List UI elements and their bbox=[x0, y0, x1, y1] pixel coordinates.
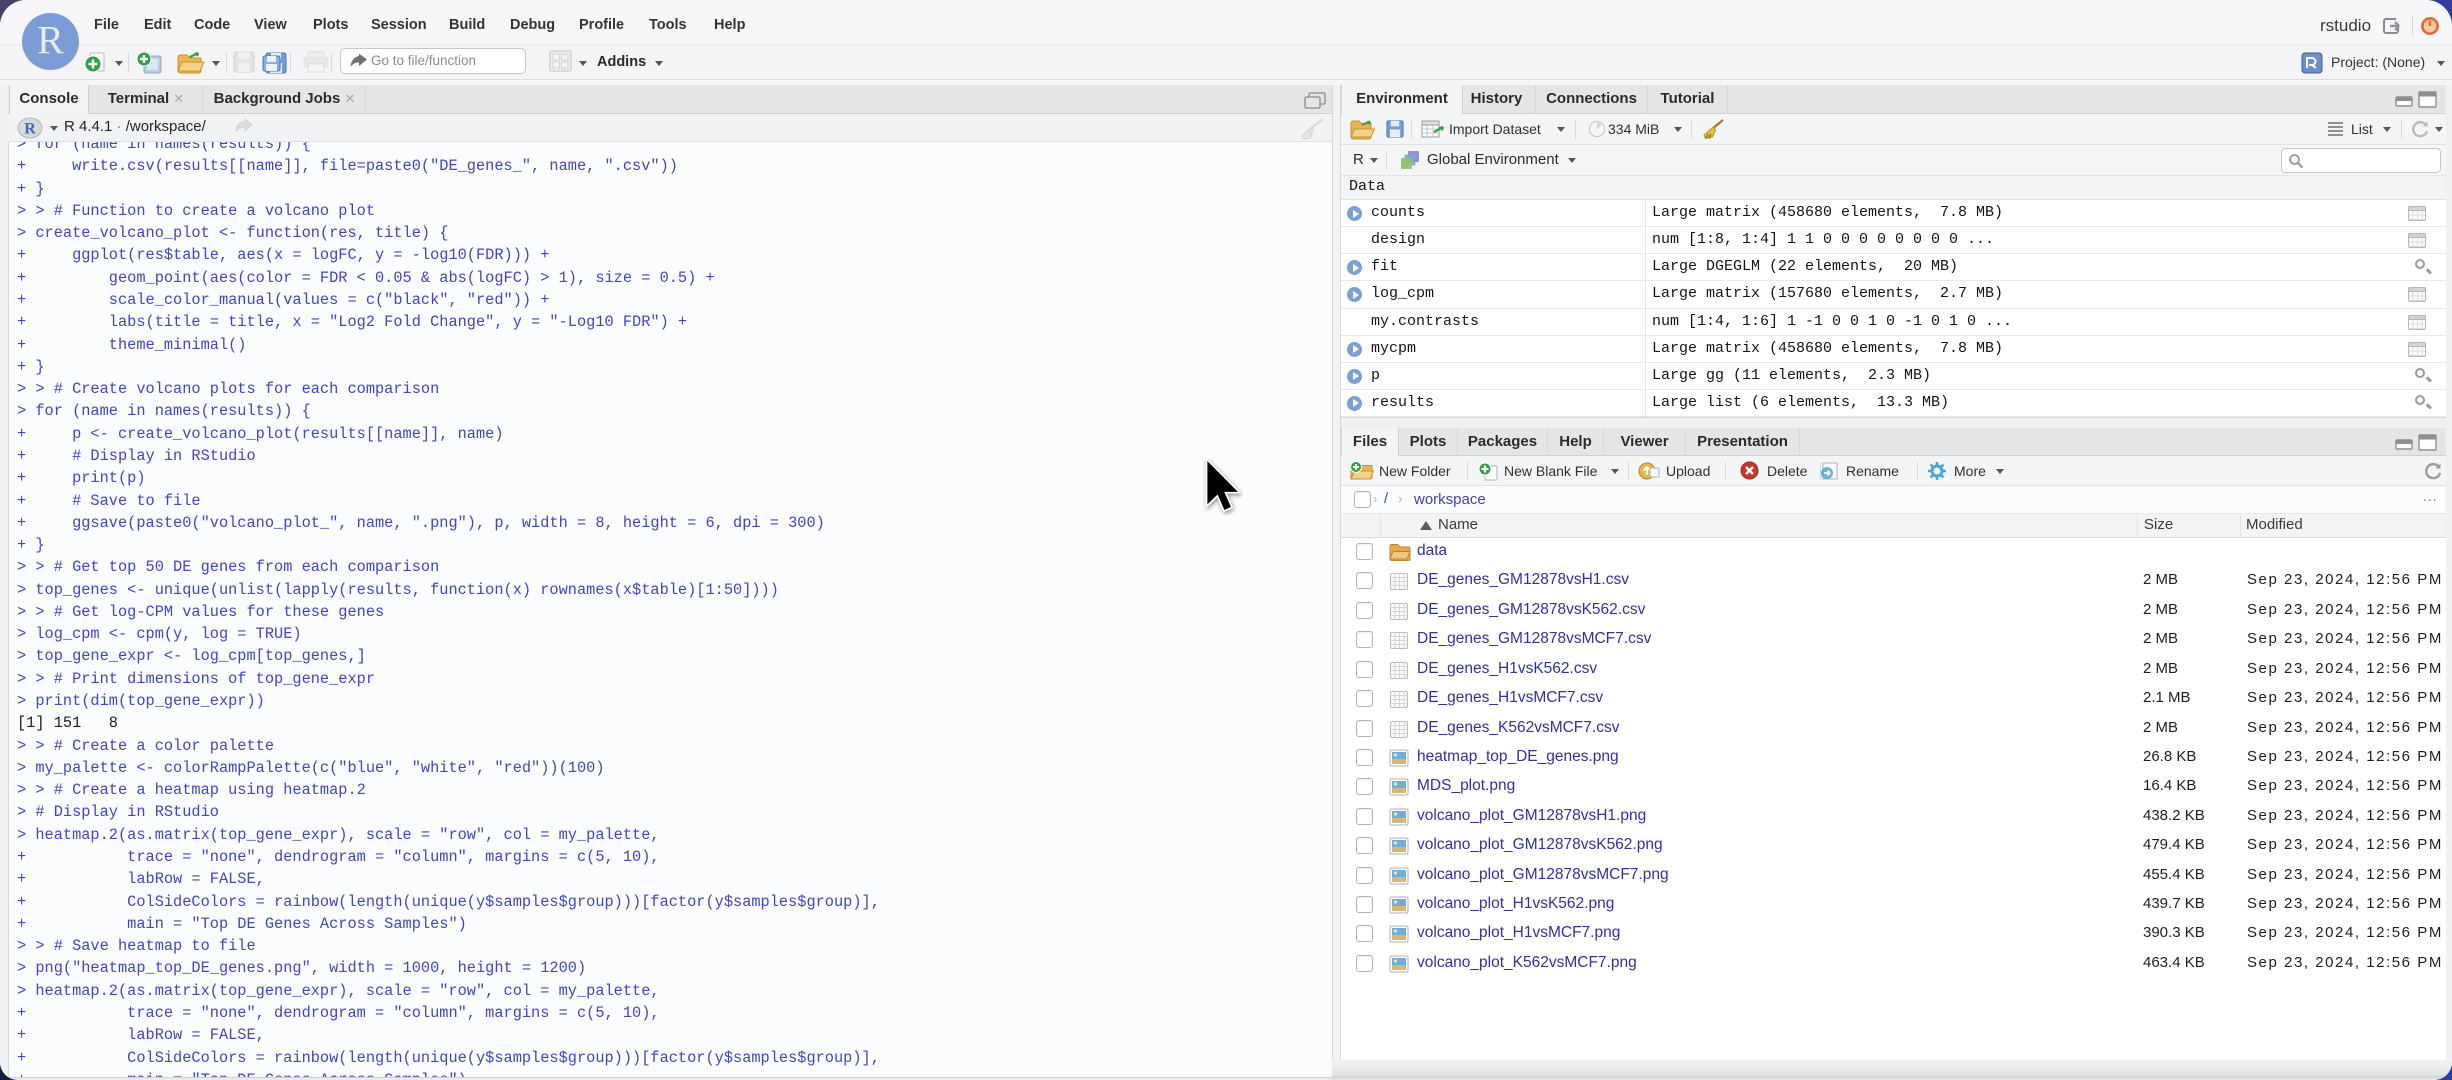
svg-text:R: R bbox=[24, 121, 36, 138]
